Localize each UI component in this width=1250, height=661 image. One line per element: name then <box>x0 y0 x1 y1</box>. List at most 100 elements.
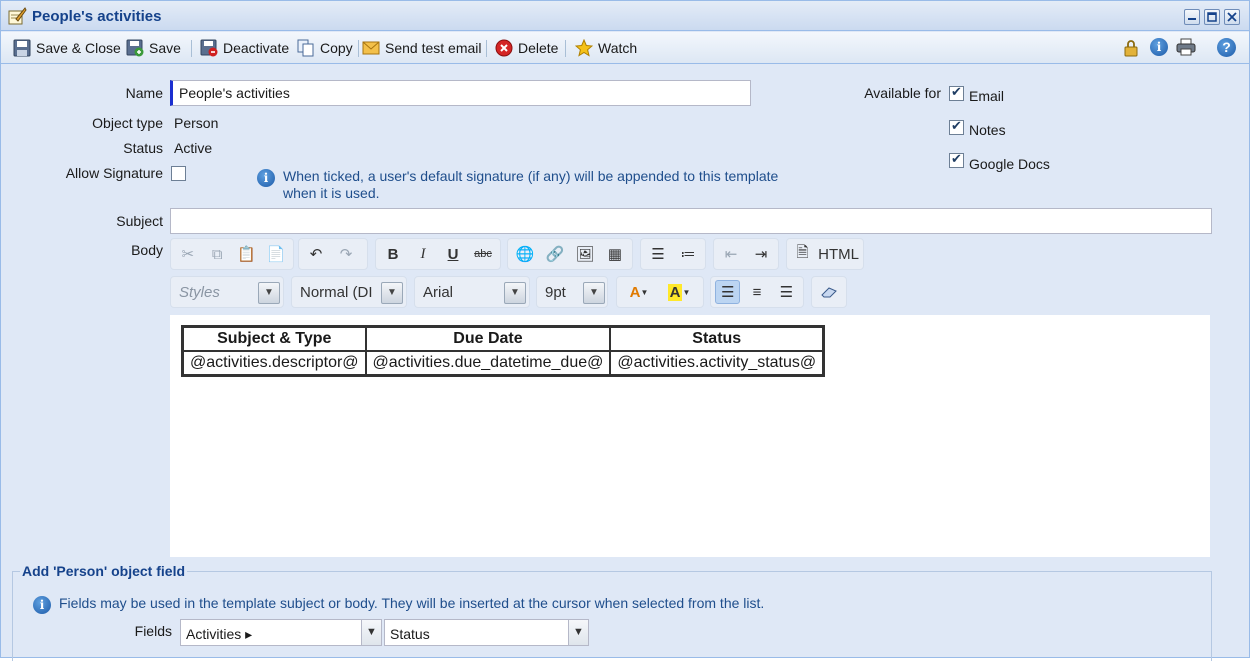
paste-icon[interactable]: 📋 <box>234 242 260 266</box>
copy-icon[interactable]: ⧉ <box>205 242 231 266</box>
size-combo[interactable]: 9pt ▼ <box>536 276 608 308</box>
star-icon <box>574 38 594 57</box>
fields-fieldset <box>12 571 1212 661</box>
numbered-list-icon[interactable]: ☰ <box>645 242 671 266</box>
status-value: Active <box>174 140 213 156</box>
chevron-down-icon[interactable]: ▼ <box>568 620 588 645</box>
text-color-icon[interactable]: A ▼ <box>621 280 657 304</box>
chevron-down-icon[interactable]: ▼ <box>583 282 605 304</box>
save-button[interactable]: Save <box>126 38 181 58</box>
html-label: HTML <box>818 245 859 263</box>
cut-icon[interactable]: ✂ <box>175 242 201 266</box>
table-icon[interactable]: ▦ <box>602 242 628 266</box>
print-icon[interactable] <box>1176 38 1196 59</box>
object-type-value: Person <box>174 115 219 131</box>
save-icon <box>126 39 144 57</box>
watch-button[interactable]: Watch <box>574 38 637 58</box>
html-source-button[interactable]: 🗎 HTML <box>786 238 864 270</box>
remove-format-button[interactable] <box>811 276 847 308</box>
styles-combo[interactable]: Styles ▼ <box>170 276 284 308</box>
paste-word-icon[interactable]: 📄 <box>264 242 290 266</box>
name-input[interactable]: People's activities <box>170 80 751 106</box>
allow-signature-checkbox[interactable] <box>171 166 186 181</box>
save-close-icon <box>13 39 31 57</box>
field-select[interactable]: Activities ▸ ▼ <box>180 619 382 646</box>
body-label: Body <box>131 242 163 258</box>
available-google-docs-checkbox[interactable] <box>949 151 964 168</box>
deactivate-button[interactable]: Deactivate <box>200 38 289 58</box>
subject-input[interactable] <box>170 208 1212 234</box>
field-select-value: Activities ▸ <box>186 626 253 642</box>
window-title: People's activities <box>32 8 162 25</box>
bold-icon[interactable]: B <box>380 242 406 266</box>
available-for-label: Available for <box>864 85 941 101</box>
unlink-icon[interactable]: 🔗 <box>542 242 568 266</box>
align-center-icon[interactable]: ≡ <box>744 280 769 304</box>
font-value: Arial <box>423 284 454 301</box>
info-icon[interactable]: i <box>1150 38 1168 56</box>
template-icon <box>7 6 27 26</box>
link-icon[interactable]: 🌐 <box>512 242 538 266</box>
text-style-group: B I U abc <box>375 238 501 270</box>
allow-signature-label: Allow Signature <box>65 165 163 181</box>
bullet-list-icon[interactable]: ≔ <box>675 242 701 266</box>
table-header-cell[interactable]: Due Date <box>365 327 611 351</box>
format-value: Normal (DI <box>300 284 373 301</box>
image-icon[interactable]: 🖼 <box>572 242 598 266</box>
toolbar-separator <box>191 40 192 57</box>
undo-icon[interactable]: ↶ <box>303 242 329 266</box>
signature-hint-line1: When ticked, a user's default signature … <box>283 168 779 184</box>
info-icon: i <box>33 596 51 614</box>
chevron-down-icon[interactable]: ▼ <box>381 282 403 304</box>
align-left-icon[interactable]: ☰ <box>715 280 741 304</box>
subfield-select[interactable]: Status ▼ <box>384 619 589 646</box>
send-test-email-button[interactable]: Send test email <box>362 38 482 58</box>
table-header-row: Subject & Type Due Date Status <box>183 327 824 351</box>
name-label: Name <box>125 85 163 101</box>
table-cell[interactable]: @activities.descriptor@ <box>183 351 366 375</box>
table-header-cell[interactable]: Status <box>610 327 824 351</box>
fields-legend: Add 'Person' object field <box>20 563 188 579</box>
available-notes-checkbox[interactable] <box>949 118 964 135</box>
chevron-down-icon[interactable]: ▼ <box>361 620 381 645</box>
table-cell[interactable]: @activities.activity_status@ <box>610 351 824 375</box>
close-button[interactable] <box>1224 9 1240 25</box>
align-right-icon[interactable]: ☰ <box>774 280 799 304</box>
font-combo[interactable]: Arial ▼ <box>414 276 530 308</box>
delete-button[interactable]: Delete <box>495 38 558 58</box>
info-icon: i <box>257 169 275 187</box>
template-table[interactable]: Subject & Type Due Date Status @activiti… <box>181 325 826 377</box>
color-group: A ▼ A ▼ <box>616 276 704 308</box>
italic-icon[interactable]: I <box>410 242 436 266</box>
redo-icon[interactable]: ↷ <box>333 242 359 266</box>
background-color-icon[interactable]: A ▼ <box>661 280 697 304</box>
list-group: ☰ ≔ <box>640 238 706 270</box>
indent-icon[interactable]: ⇥ <box>748 242 774 266</box>
lock-icon[interactable] <box>1123 39 1139 60</box>
deactivate-icon <box>200 39 218 57</box>
outdent-icon[interactable]: ⇤ <box>718 242 744 266</box>
strikethrough-icon[interactable]: abc <box>470 242 496 266</box>
chevron-down-icon[interactable]: ▼ <box>504 282 526 304</box>
table-header-cell[interactable]: Subject & Type <box>183 327 366 351</box>
save-close-button[interactable]: Save & Close <box>13 38 121 58</box>
fields-hint: Fields may be used in the template subje… <box>59 595 765 611</box>
title-bar: People's activities <box>1 1 1249 31</box>
underline-icon[interactable]: U <box>440 242 466 266</box>
minimize-button[interactable] <box>1184 9 1200 25</box>
envelope-icon <box>362 39 380 57</box>
body-editor[interactable]: Subject & Type Due Date Status @activiti… <box>170 315 1210 557</box>
maximize-button[interactable] <box>1204 9 1220 25</box>
table-cell[interactable]: @activities.due_datetime_due@ <box>365 351 611 375</box>
format-combo[interactable]: Normal (DI ▼ <box>291 276 407 308</box>
align-group: ☰ ≡ ☰ <box>710 276 804 308</box>
copy-button[interactable]: Copy <box>297 38 353 58</box>
insert-group: 🌐 🔗 🖼 ▦ <box>507 238 633 270</box>
available-notes-label: Notes <box>969 122 1006 138</box>
available-email-checkbox[interactable] <box>949 84 964 101</box>
help-icon[interactable]: ? <box>1217 38 1236 57</box>
subfield-select-value: Status <box>390 626 430 642</box>
chevron-down-icon[interactable]: ▼ <box>258 282 280 304</box>
status-label: Status <box>123 140 163 156</box>
subject-label: Subject <box>116 213 163 229</box>
